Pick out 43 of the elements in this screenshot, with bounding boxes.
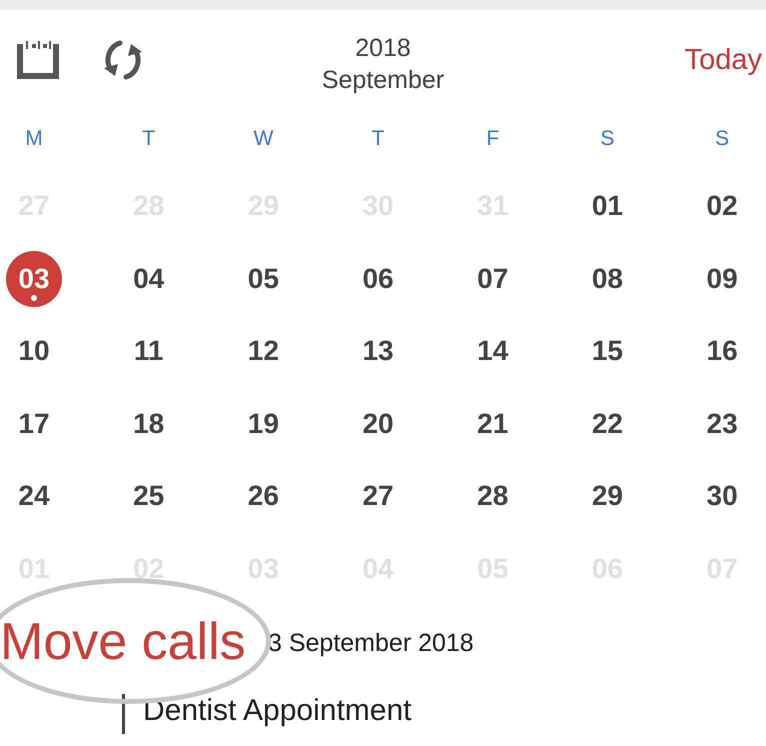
date-heading: 3 September 2018 — [268, 629, 475, 658]
day-cell[interactable]: 14 — [477, 335, 508, 368]
day-cell[interactable]: 03 — [6, 250, 62, 307]
day-cell[interactable]: 15 — [592, 335, 624, 368]
year-label: 2018 — [355, 33, 411, 64]
day-cell[interactable]: 10 — [18, 335, 50, 368]
day-cell[interactable]: 24 — [18, 480, 50, 512]
day-cell[interactable]: 19 — [248, 408, 279, 440]
day-cell[interactable]: 29 — [592, 480, 624, 512]
day-cell[interactable]: 27 — [362, 480, 394, 512]
today-button[interactable]: Today — [684, 44, 762, 76]
day-cell[interactable]: 12 — [248, 335, 279, 368]
day-cell[interactable]: 23 — [706, 408, 738, 440]
weekday-label: S — [599, 126, 616, 152]
day-cell[interactable]: 26 — [248, 480, 279, 512]
weekday-label: T — [141, 126, 156, 152]
weekday-label: F — [485, 126, 500, 152]
day-cell[interactable]: 05 — [248, 262, 279, 295]
day-cell[interactable]: 16 — [706, 335, 738, 368]
day-cell[interactable]: 30 — [706, 480, 738, 512]
day-cell[interactable]: 02 — [706, 190, 738, 222]
day-cell[interactable]: 17 — [18, 408, 50, 440]
day-cell[interactable]: 04 — [133, 262, 164, 295]
day-cell[interactable]: 25 — [133, 480, 164, 512]
calendar-icon[interactable] — [17, 41, 59, 79]
day-cell[interactable]: 22 — [592, 408, 624, 440]
day-cell[interactable]: 06 — [362, 262, 394, 295]
day-cell[interactable]: 28 — [477, 480, 508, 512]
day-cell[interactable]: 07 — [477, 262, 508, 295]
weekday-label: M — [24, 126, 44, 152]
day-cell[interactable]: 08 — [592, 262, 624, 295]
day-cell[interactable]: 21 — [477, 408, 508, 440]
day-cell[interactable]: 20 — [362, 408, 394, 440]
day-cell[interactable]: 18 — [133, 408, 164, 440]
day-cell[interactable]: 13 — [362, 335, 394, 368]
weekday-label: S — [714, 126, 730, 152]
annotation-text: Move calls — [0, 612, 246, 672]
weekday-label: T — [370, 126, 386, 152]
day-cell[interactable]: 09 — [706, 262, 738, 295]
day-cell[interactable]: 01 — [592, 190, 624, 222]
day-cell[interactable]: 11 — [134, 335, 164, 368]
month-label: September — [322, 65, 444, 96]
weekday-label: W — [252, 126, 274, 152]
